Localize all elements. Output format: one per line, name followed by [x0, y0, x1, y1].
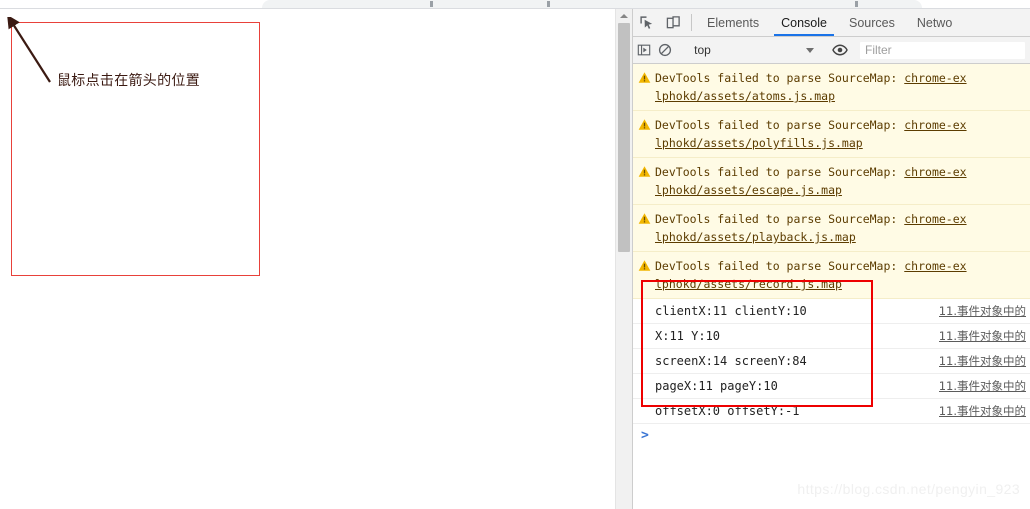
console-warning-row[interactable]: DevTools failed to parse SourceMap: chro…	[633, 64, 1030, 111]
scrollbar-thumb[interactable]	[618, 23, 630, 252]
warning-source-link[interactable]: chrome-ex	[904, 259, 966, 273]
console-warning-row[interactable]: DevTools failed to parse SourceMap: chro…	[633, 111, 1030, 158]
console-log-source-link[interactable]: 11.事件对象中的	[939, 378, 1026, 394]
filter-input[interactable]	[858, 40, 1026, 60]
tab-network[interactable]: Netwo	[906, 9, 963, 36]
warning-source-link-line2[interactable]: lphokd/assets/playback.js.map	[655, 228, 1030, 246]
console-toolbar: top	[633, 37, 1030, 64]
warning-triangle-icon	[633, 163, 655, 199]
console-log-source-link[interactable]: 11.事件对象中的	[939, 353, 1026, 369]
console-log-row[interactable]: pageX:11 pageY:10 11.事件对象中的	[633, 374, 1030, 399]
device-toolbar-icon[interactable]	[660, 9, 687, 36]
execution-context-value: top	[694, 43, 711, 57]
demo-target-box[interactable]	[11, 22, 260, 276]
warning-message: DevTools failed to parse SourceMap:	[655, 118, 905, 132]
warning-source-link[interactable]: chrome-ex	[904, 71, 966, 85]
warning-source-link[interactable]: chrome-ex	[904, 212, 966, 226]
console-warning-row[interactable]: DevTools failed to parse SourceMap: chro…	[633, 205, 1030, 252]
tab-console-label: Console	[781, 15, 827, 30]
devtools-tabbar: Elements Console Sources Netwo	[633, 9, 1030, 37]
console-sidebar-toggle-icon[interactable]	[633, 43, 654, 57]
console-warning-row[interactable]: DevTools failed to parse SourceMap: chro…	[633, 252, 1030, 299]
warning-message: DevTools failed to parse SourceMap:	[655, 165, 905, 179]
browser-chrome-strip	[0, 0, 1030, 9]
warning-triangle-icon	[633, 69, 655, 105]
tab-network-label: Netwo	[916, 15, 953, 30]
warning-text: DevTools failed to parse SourceMap: chro…	[655, 257, 1030, 293]
warning-source-link-line2[interactable]: lphokd/assets/escape.js.map	[655, 181, 1030, 199]
warning-triangle-icon	[633, 116, 655, 152]
warning-source-link-line2[interactable]: lphokd/assets/polyfills.js.map	[655, 134, 1030, 152]
warning-triangle-icon	[633, 210, 655, 246]
scroll-up-arrow-icon[interactable]	[616, 9, 632, 22]
tab-elements[interactable]: Elements	[696, 9, 770, 36]
warning-source-link-line2[interactable]: lphokd/assets/record.js.map	[655, 275, 1030, 293]
warning-text: DevTools failed to parse SourceMap: chro…	[655, 210, 1030, 246]
console-log-text: pageX:11 pageY:10	[655, 379, 778, 393]
console-log-row[interactable]: X:11 Y:10 11.事件对象中的	[633, 324, 1030, 349]
console-warning-row[interactable]: DevTools failed to parse SourceMap: chro…	[633, 158, 1030, 205]
warning-text: DevTools failed to parse SourceMap: chro…	[655, 163, 1030, 199]
inspect-element-icon[interactable]	[633, 9, 660, 36]
console-log-text: offsetX:0 offsetY:-1	[655, 404, 800, 418]
console-log-row[interactable]: clientX:11 clientY:10 11.事件对象中的	[633, 299, 1030, 324]
console-log-text: screenX:14 screenY:84	[655, 354, 807, 368]
page-viewport: 鼠标点击在箭头的位置	[0, 9, 615, 509]
warning-source-link[interactable]: chrome-ex	[904, 165, 966, 179]
toolbar-divider	[691, 14, 692, 31]
chevron-down-icon	[806, 47, 815, 53]
console-log-source-link[interactable]: 11.事件对象中的	[939, 403, 1026, 419]
warning-source-link[interactable]: chrome-ex	[904, 118, 966, 132]
warning-triangle-icon	[633, 257, 655, 293]
prompt-chevron-icon: >	[641, 427, 649, 443]
tab-elements-label: Elements	[707, 15, 760, 30]
toolbar-glyph-2	[547, 1, 550, 7]
clear-console-icon[interactable]	[654, 43, 675, 57]
console-messages-list: DevTools failed to parse SourceMap: chro…	[633, 64, 1030, 509]
warning-text: DevTools failed to parse SourceMap: chro…	[655, 116, 1030, 152]
console-log-row[interactable]: offsetX:0 offsetY:-1 11.事件对象中的	[633, 399, 1030, 424]
watermark: https://blog.csdn.net/pengyin_923	[797, 481, 1020, 497]
console-log-text: clientX:11 clientY:10	[655, 304, 807, 318]
annotation-label: 鼠标点击在箭头的位置	[57, 73, 200, 89]
tab-console[interactable]: Console	[770, 9, 838, 36]
warning-text: DevTools failed to parse SourceMap: chro…	[655, 69, 1030, 105]
page-scrollbar[interactable]	[615, 9, 632, 509]
tab-sources-label: Sources	[848, 15, 895, 30]
toolbar-glyph-1	[430, 1, 433, 7]
warning-message: DevTools failed to parse SourceMap:	[655, 71, 905, 85]
warning-message: DevTools failed to parse SourceMap:	[655, 212, 905, 226]
console-log-source-link[interactable]: 11.事件对象中的	[939, 328, 1026, 344]
warning-message: DevTools failed to parse SourceMap:	[655, 259, 905, 273]
warning-source-link-line2[interactable]: lphokd/assets/atoms.js.map	[655, 87, 1030, 105]
live-expression-eye-icon[interactable]	[829, 42, 850, 58]
execution-context-select[interactable]: top	[688, 41, 820, 60]
console-log-source-link[interactable]: 11.事件对象中的	[939, 303, 1026, 319]
tab-sources[interactable]: Sources	[838, 9, 906, 36]
console-log-text: X:11 Y:10	[655, 329, 721, 343]
console-log-row[interactable]: screenX:14 screenY:84 11.事件对象中的	[633, 349, 1030, 374]
toolbar-glyph-3	[855, 1, 858, 7]
devtools-panel: Elements Console Sources Netwo top Filte…	[632, 9, 1030, 509]
console-prompt[interactable]: >	[633, 424, 1030, 446]
